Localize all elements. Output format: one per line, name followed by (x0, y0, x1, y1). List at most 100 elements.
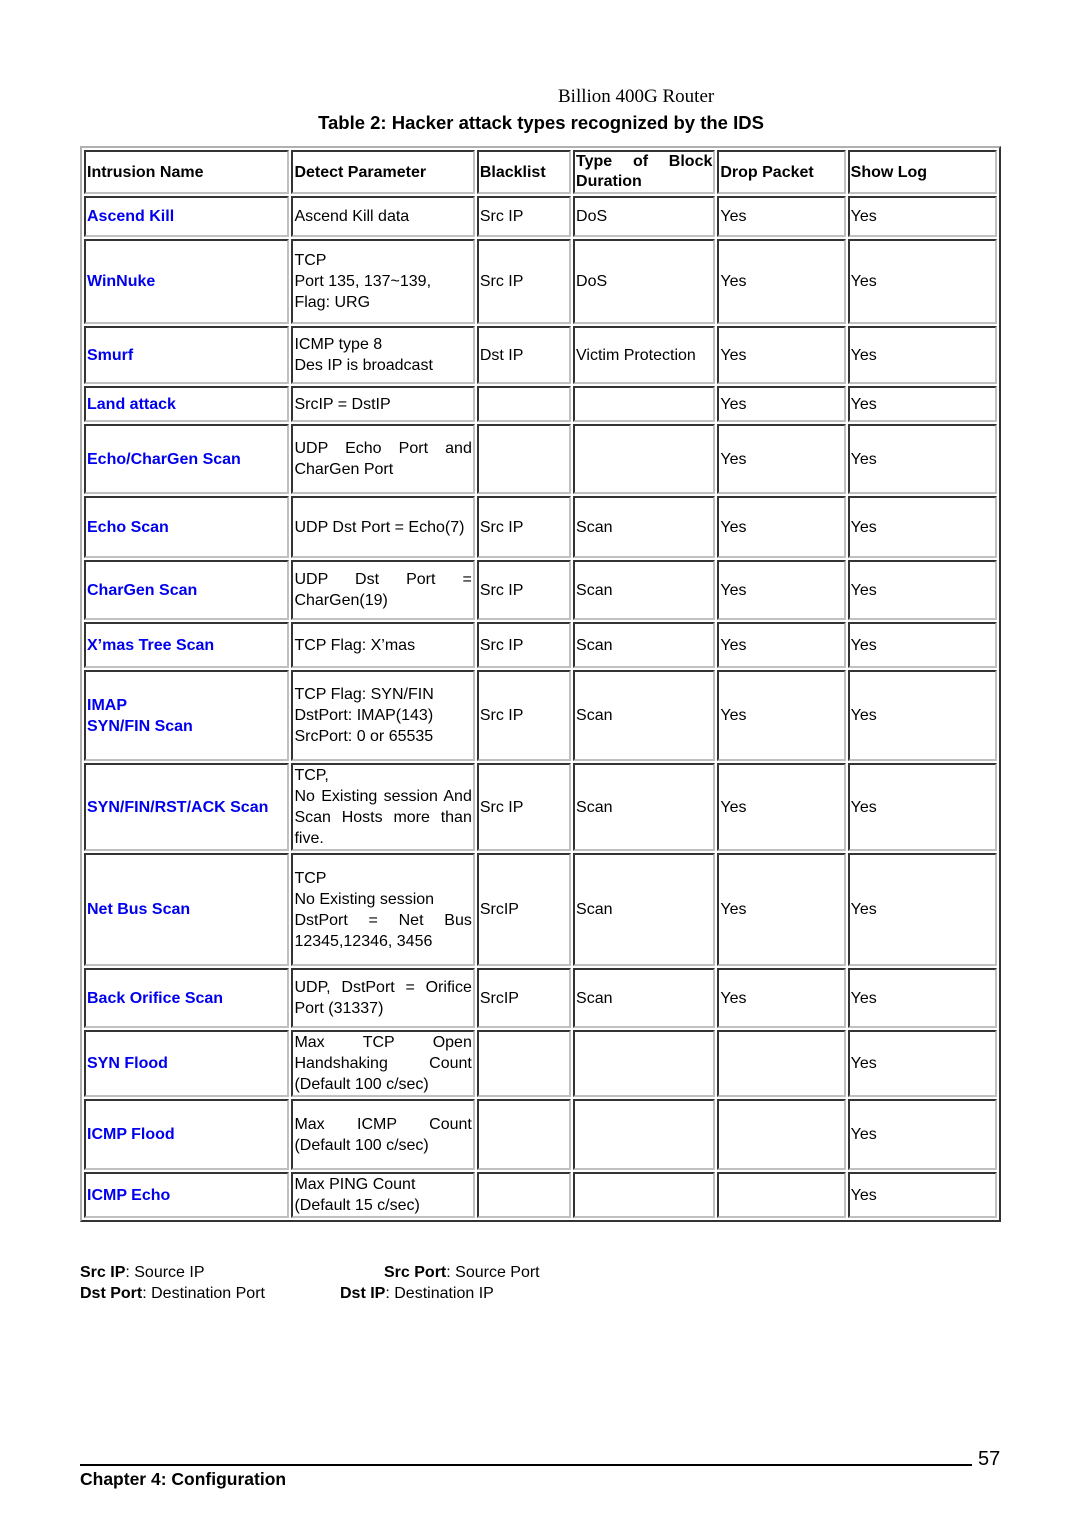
detect-parameter-line: UDP Dst Port = Echo(7) (294, 518, 465, 536)
intrusion-name-link[interactable]: Back Orifice Scan (87, 988, 286, 1009)
legend-definition: : Source IP (125, 1264, 205, 1281)
intrusion-name-link[interactable]: IMAP (87, 695, 286, 716)
detect-parameter-cell: TCP Flag: X’mas (291, 622, 475, 668)
detect-parameter-cell: Max ICMP Count (Default 100 c/sec) (291, 1099, 475, 1170)
table-caption: Table 2: Hacker attack types recognized … (0, 112, 1080, 134)
block-duration-cell: Scan (573, 560, 716, 620)
legend-term: Src Port (384, 1264, 447, 1281)
intrusion-name-cell[interactable]: Land attack (84, 386, 290, 422)
intrusion-name-cell[interactable]: Back Orifice Scan (84, 968, 290, 1028)
detect-parameter-line: TCP Flag: X’mas (294, 636, 416, 654)
intrusion-name-cell[interactable]: Echo/CharGen Scan (84, 424, 290, 494)
detect-parameter-line: Max PING Count (294, 1176, 416, 1193)
column-header-blacklist: Blacklist (476, 150, 572, 194)
intrusion-name-cell[interactable]: WinNuke (84, 239, 290, 324)
intrusion-name-cell[interactable]: Smurf (84, 326, 290, 384)
intrusion-name-cell[interactable]: ICMP Flood (84, 1099, 290, 1170)
intrusion-name-link[interactable]: SYN/FIN Scan (87, 716, 286, 737)
detect-parameter-cell: UDP Echo Port and CharGen Port (291, 424, 475, 494)
detect-parameter-line: Flag: URG (294, 294, 371, 311)
show-log-cell: Yes (847, 622, 997, 668)
legend-item-src-ip: Src IP: Source IP (80, 1262, 205, 1283)
drop-packet-cell: Yes (717, 326, 846, 384)
intrusion-name-link[interactable]: WinNuke (87, 271, 286, 292)
intrusion-name-cell[interactable]: X’mas Tree Scan (84, 622, 290, 668)
show-log-cell: Yes (847, 1030, 997, 1097)
detect-parameter-cell: UDP Dst Port = CharGen(19) (291, 560, 475, 620)
legend-term: Src IP (80, 1264, 126, 1281)
detect-parameter-line: TCP (294, 869, 327, 887)
intrusion-name-link[interactable]: ICMP Echo (87, 1185, 286, 1206)
intrusion-name-cell[interactable]: ICMP Echo (84, 1172, 290, 1218)
intrusion-name-cell[interactable]: Ascend Kill (84, 196, 290, 237)
table-row: Echo Scan UDP Dst Port = Echo(7) Src IP Sca… (84, 496, 997, 558)
intrusion-name-cell[interactable]: CharGen Scan (84, 560, 290, 620)
drop-packet-cell: Yes (717, 560, 846, 620)
table-row: Smurf ICMP type 8 Des IP is broadcast Dst I… (84, 326, 997, 384)
detect-parameter-line: SrcIP = DstIP (294, 395, 391, 413)
detect-parameter-line: SrcPort: 0 or 65535 (294, 728, 434, 745)
blacklist-cell: Src IP (476, 239, 572, 324)
table-row: X’mas Tree Scan TCP Flag: X’mas Src IP Scan… (84, 622, 997, 668)
detect-parameter-cell: TCP Flag: SYN/FIN DstPort: IMAP(143) SrcPo… (291, 670, 475, 761)
drop-packet-cell (717, 1030, 846, 1097)
intrusion-name-link[interactable]: SYN/FIN/RST/ACK Scan (87, 797, 286, 818)
block-duration-cell: DoS (573, 239, 716, 324)
intrusion-name-link[interactable]: Ascend Kill (87, 206, 286, 227)
blacklist-cell (476, 386, 572, 422)
drop-packet-cell: Yes (717, 496, 846, 558)
detect-parameter-line: TCP, (294, 767, 329, 784)
show-log-cell: Yes (847, 763, 997, 851)
detect-parameter-line: Ascend Kill data (294, 208, 410, 225)
blacklist-cell (476, 1030, 572, 1097)
page-number: 57 (978, 1448, 1001, 1470)
detect-parameter-cell: Max TCP Open Handshaking Count (Default … (291, 1030, 475, 1097)
drop-packet-cell: Yes (717, 196, 846, 237)
intrusion-name-link[interactable]: Land attack (87, 394, 286, 415)
detect-parameter-line: (Default 15 c/sec) (294, 1197, 420, 1214)
block-duration-cell (573, 1172, 716, 1218)
chapter-title: Chapter 4: Configuration (80, 1469, 287, 1489)
blacklist-cell: Src IP (476, 763, 572, 851)
blacklist-cell: Dst IP (476, 326, 572, 384)
detect-parameter-cell: SrcIP = DstIP (291, 386, 475, 422)
block-duration-cell: Scan (573, 763, 716, 851)
column-header-detect-parameter: Detect Parameter (291, 150, 475, 194)
intrusion-name-link[interactable]: Smurf (87, 345, 286, 366)
detect-parameter-line: No Existing session (294, 890, 435, 908)
intrusion-name-link[interactable]: CharGen Scan (87, 580, 286, 601)
intrusion-name-cell[interactable]: SYN/FIN/RST/ACK Scan (84, 763, 290, 851)
intrusion-name-link[interactable]: Net Bus Scan (87, 899, 286, 920)
legend-item-dst-ip: Dst IP: Destination IP (340, 1283, 494, 1304)
block-duration-cell: DoS (573, 196, 716, 237)
table-row: IMAP SYN/FIN Scan TCP Flag: SYN/FIN DstPort… (84, 670, 997, 761)
blacklist-cell: Src IP (476, 670, 572, 761)
table-row: WinNuke TCP Port 135, 137~139, Flag: URG Src… (84, 239, 997, 324)
intrusion-name-cell[interactable]: Net Bus Scan (84, 853, 290, 966)
table-row: Net Bus Scan TCP No Existing session DstPor… (84, 853, 997, 966)
block-duration-cell: Victim Protection (573, 326, 716, 384)
intrusion-name-link[interactable]: SYN Flood (87, 1053, 286, 1074)
intrusion-name-link[interactable]: X’mas Tree Scan (87, 635, 286, 656)
intrusion-name-cell[interactable]: IMAP SYN/FIN Scan (84, 670, 290, 761)
block-duration-cell (573, 1030, 716, 1097)
show-log-cell: Yes (847, 326, 997, 384)
block-duration-cell (573, 386, 716, 422)
intrusion-name-link[interactable]: ICMP Flood (87, 1124, 286, 1145)
table-row: ICMP Echo Max PING Count (Default 15 c/sec… (84, 1172, 997, 1218)
intrusion-name-link[interactable]: Echo/CharGen Scan (87, 449, 286, 470)
detect-parameter-cell: UDP Dst Port = Echo(7) (291, 496, 475, 558)
legend-term: Dst Port (80, 1285, 143, 1302)
detect-parameter-line: Max ICMP Count (Default 100 c/sec) (294, 1115, 472, 1154)
table-row: ICMP Flood Max ICMP Count (Default 100 c/… (84, 1099, 997, 1170)
detect-parameter-cell: TCP No Existing session DstPort = Net Bus … (291, 853, 475, 966)
show-log-cell: Yes (847, 196, 997, 237)
table-row: Land attack SrcIP = DstIP Yes Yes (84, 386, 997, 422)
block-duration-cell: Scan (573, 622, 716, 668)
table-row: SYN Flood Max TCP Open Handshaking Count … (84, 1030, 997, 1097)
intrusion-name-cell[interactable]: SYN Flood (84, 1030, 290, 1097)
detect-parameter-line: DstPort = Net Bus 12345,12346, 3456 (294, 911, 472, 950)
intrusion-name-cell[interactable]: Echo Scan (84, 496, 290, 558)
document-header-title: Billion 400G Router (558, 86, 715, 107)
intrusion-name-link[interactable]: Echo Scan (87, 517, 286, 538)
